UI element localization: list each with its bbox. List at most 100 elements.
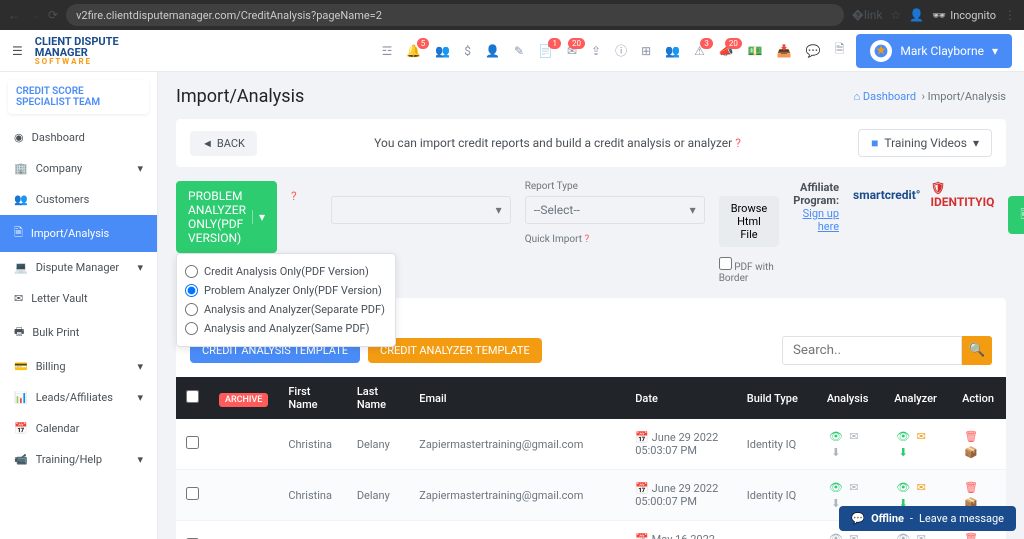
help-icon[interactable]: ?	[291, 189, 297, 203]
dd-option[interactable]: Problem Analyzer Only(PDF Version)	[185, 281, 387, 300]
sidebar-item-training-help[interactable]: 📹Training/Help▾	[0, 444, 157, 475]
share-icon[interactable]: �link	[852, 8, 883, 22]
identityiq-logo[interactable]: 🛡 IDENTITYIQ	[930, 181, 994, 209]
sidebar-item-leads-affiliates[interactable]: 📊Leads/Affiliates▾	[0, 382, 157, 413]
chat-widget[interactable]: 💬 Offline - Leave a message	[839, 506, 1016, 531]
search-button[interactable]: 🔍	[962, 336, 992, 365]
dd-option[interactable]: Credit Analysis Only(PDF Version)	[185, 262, 387, 281]
delete-icon[interactable]: 🗑	[963, 428, 979, 444]
bell-icon[interactable]: 🔔5	[406, 44, 421, 58]
sidebar-item-calendar[interactable]: 📅Calendar	[0, 413, 157, 444]
mail-icon[interactable]: ✉	[913, 428, 929, 444]
col-header[interactable]: Build Type	[737, 377, 817, 419]
delete-icon[interactable]: 🗑	[963, 530, 979, 539]
back-button[interactable]: ◄ BACK	[190, 131, 257, 156]
menu-icon[interactable]: ⋮	[1004, 8, 1016, 22]
main-content: Import/Analysis ⌂ Dashboard › Import/Ana…	[158, 72, 1024, 539]
training-dropdown[interactable]: ■Training Videos ▾	[858, 129, 992, 157]
group-icon[interactable]: 👥	[665, 44, 680, 58]
url-bar[interactable]: v2fire.clientdisputemanager.com/CreditAn…	[66, 4, 844, 26]
mail-icon[interactable]: ✉	[846, 530, 862, 539]
avatar	[870, 40, 892, 62]
alert-icon[interactable]: 📣20	[719, 44, 734, 58]
sidebar-item-bulk-print[interactable]: 🖶Bulk Print	[0, 314, 157, 351]
warn-icon[interactable]: ⚠3	[694, 44, 705, 58]
doc-icon[interactable]: 📄1	[538, 44, 553, 58]
col-header[interactable]: Date	[625, 377, 737, 419]
row-checkbox[interactable]	[186, 487, 199, 500]
view-icon[interactable]: 👁	[828, 479, 844, 495]
view-icon[interactable]: 👁	[828, 530, 844, 539]
users-icon[interactable]: 👥	[435, 44, 450, 58]
select-all-checkbox[interactable]	[186, 390, 199, 403]
mail-icon[interactable]: ✉	[846, 479, 862, 495]
sidebar-item-customers[interactable]: 👥Customers	[0, 184, 157, 215]
refresh-icon[interactable]: ⟳	[48, 8, 58, 22]
mail-icon[interactable]: ✉20	[567, 44, 577, 58]
analyzer-dropdown[interactable]: PROBLEM ANALYZER ONLY(PDF VERSION) ▾ Cre…	[176, 181, 277, 253]
envelope-icon: ✉	[14, 292, 23, 305]
doc2-icon[interactable]: 🗎	[835, 40, 845, 61]
row-checkbox[interactable]	[186, 436, 199, 449]
sidebar-item-dispute-manager[interactable]: 💻Dispute Manager▾	[0, 252, 157, 283]
hamburger-icon[interactable]: ☰	[12, 44, 23, 58]
mail-icon[interactable]: ✉	[846, 428, 862, 444]
col-header[interactable]: Email	[409, 377, 625, 419]
profile-icon[interactable]: 👤	[909, 8, 924, 22]
col-header[interactable]: Last Name	[347, 377, 409, 419]
browse-button[interactable]: Browse Html File	[719, 196, 780, 247]
customer-select[interactable]: ▾	[331, 196, 511, 224]
user-menu[interactable]: Mark Clayborne ▾	[856, 34, 1012, 68]
forward-icon[interactable]: →	[28, 8, 40, 22]
card-icon: 💳	[14, 360, 28, 373]
money-icon[interactable]: 💵	[748, 44, 763, 58]
smartcredit-logo[interactable]: smartcredit°	[853, 188, 920, 202]
grid-icon[interactable]: ⊞	[641, 44, 651, 58]
sidebar-item-import-analysis[interactable]: 🗎Import/Analysis	[0, 215, 157, 252]
sidebar-item-company[interactable]: 🏢Company▾	[0, 153, 157, 184]
view-icon[interactable]: 👁	[828, 428, 844, 444]
sidebar-item-billing[interactable]: 💳Billing▾	[0, 351, 157, 382]
download-icon[interactable]: ⬇	[895, 444, 911, 460]
col-header[interactable]: Analyzer	[884, 377, 952, 419]
chevron-down-icon: ▾	[137, 261, 143, 274]
mail-icon[interactable]: ✉	[913, 479, 929, 495]
col-header[interactable]: Analysis	[817, 377, 884, 419]
dd-option[interactable]: Analysis and Analyzer(Same PDF)	[185, 319, 387, 338]
sidebar-item-letter-vault[interactable]: ✉Letter Vault	[0, 283, 157, 314]
chevron-down-icon: ▾	[137, 453, 143, 466]
star-icon[interactable]: ☆	[891, 8, 902, 22]
pdf-border-checkbox[interactable]	[719, 257, 732, 270]
share-icon[interactable]: ⇪	[591, 44, 601, 58]
breadcrumb-home[interactable]: Dashboard	[863, 90, 916, 103]
mail-icon[interactable]: ✉	[913, 530, 929, 539]
back-icon[interactable]: ←	[8, 8, 20, 22]
chat-icon[interactable]: 💬	[806, 44, 821, 58]
chevron-down-icon: ▾	[137, 360, 143, 373]
view-icon[interactable]: 👁	[895, 530, 911, 539]
dollar-icon[interactable]: $	[464, 44, 471, 58]
help-icon[interactable]: ?	[585, 234, 590, 245]
sidebar-item-dashboard[interactable]: ◉Dashboard	[0, 122, 157, 153]
affiliate-link[interactable]: Sign up here	[803, 207, 839, 233]
view-icon[interactable]: 👁	[895, 479, 911, 495]
build-report-button[interactable]: 🗎 BUILD REPORT	[1008, 196, 1024, 234]
search-input[interactable]	[782, 336, 962, 365]
col-header[interactable]: Action	[952, 377, 1006, 419]
report-type-select[interactable]: --Select--▾	[525, 196, 705, 224]
user-icon[interactable]: 👤	[485, 44, 500, 58]
inbox-icon[interactable]: 📥	[777, 44, 792, 58]
chart-icon: 📊	[14, 391, 28, 404]
pencil-icon[interactable]: ✎	[514, 44, 524, 58]
help-icon[interactable]: ?	[735, 136, 741, 150]
logo[interactable]: CLIENT DISPUTE MANAGER S O F T W A R E	[35, 35, 119, 67]
info-icon[interactable]: ⓘ	[615, 42, 627, 59]
download-icon[interactable]: ⬇	[828, 444, 844, 460]
col-header[interactable]: First Name	[278, 377, 346, 419]
home-icon[interactable]: ⌂	[854, 90, 861, 103]
list-icon[interactable]: ☲	[382, 44, 393, 58]
archive-icon[interactable]: 📦	[963, 444, 979, 460]
delete-icon[interactable]: 🗑	[963, 479, 979, 495]
view-icon[interactable]: 👁	[895, 428, 911, 444]
dd-option[interactable]: Analysis and Analyzer(Separate PDF)	[185, 300, 387, 319]
